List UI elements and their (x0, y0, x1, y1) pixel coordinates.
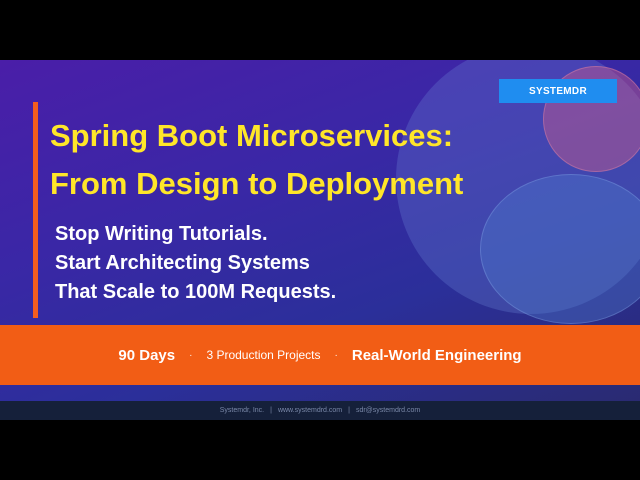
highlights-band: 90 Days · 3 Production Projects · Real-W… (0, 325, 640, 385)
title-line-2: From Design to Deployment (50, 166, 464, 201)
accent-bar (33, 102, 38, 318)
highlight-engineering: Real-World Engineering (351, 346, 522, 364)
highlight-projects: 3 Production Projects (206, 348, 321, 362)
decorative-circle-blue (480, 174, 640, 324)
footer-email: sdr@systemdrd.com (355, 407, 421, 414)
title-slide: SYSTEMDR Spring Boot Microservices: From… (0, 60, 640, 420)
highlight-separator: · (189, 349, 193, 361)
subtitle-line-1: Stop Writing Tutorials. (55, 223, 268, 245)
footer-divider: | (270, 407, 272, 414)
slide-subtitle: Stop Writing Tutorials. Start Architecti… (55, 220, 336, 307)
highlight-duration: 90 Days (118, 346, 176, 364)
slide-title: Spring Boot Microservices: From Design t… (50, 112, 463, 208)
subtitle-line-2: Start Architecting Systems (55, 252, 310, 274)
brand-badge: SYSTEMDR (499, 79, 617, 103)
footer-company: Systemdr, Inc. (219, 407, 265, 414)
footer-divider: | (348, 407, 350, 414)
highlight-separator: · (334, 349, 338, 361)
footer: Systemdr, Inc. | www.systemdrd.com | sdr… (0, 401, 640, 420)
subtitle-line-3: That Scale to 100M Requests. (55, 281, 337, 303)
title-line-1: Spring Boot Microservices: (50, 118, 454, 153)
footer-website: www.systemdrd.com (277, 407, 343, 414)
